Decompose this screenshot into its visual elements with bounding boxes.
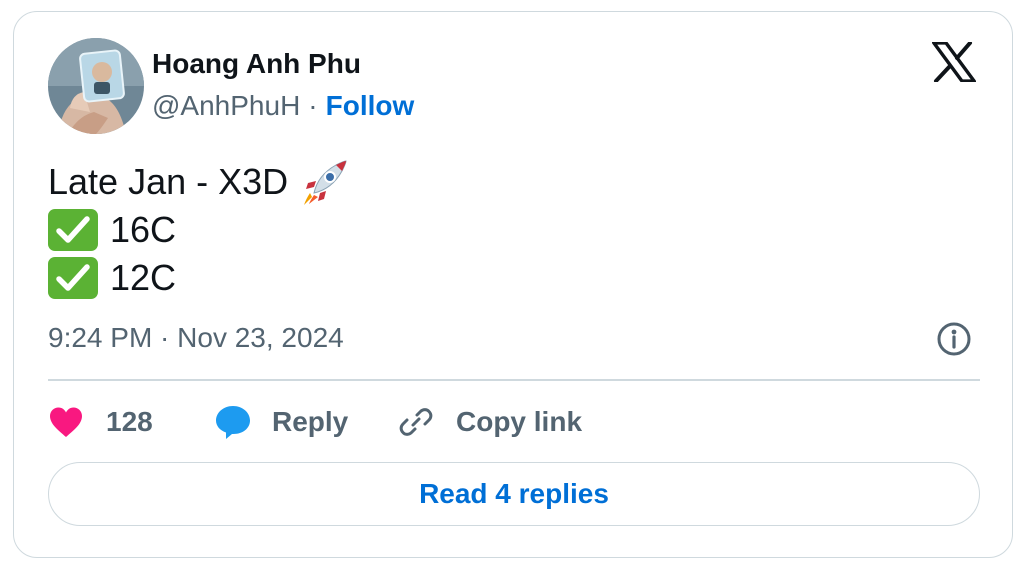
tweet-line-text: 16C <box>110 209 177 250</box>
tweet-timestamp[interactable]: 9:24 PM · Nov 23, 2024 <box>48 322 344 354</box>
meta-separator: · <box>308 90 318 121</box>
tweet-actions: 128 Reply Copy link <box>48 398 582 446</box>
author-avatar[interactable] <box>48 38 144 134</box>
info-icon[interactable] <box>936 321 972 357</box>
like-button[interactable]: 128 <box>48 406 214 438</box>
tweet-line: 12C <box>48 254 350 302</box>
tweet-line: Late Jan - X3D <box>48 158 350 206</box>
avatar-image <box>48 38 144 134</box>
tweet-text: Late Jan - X3D 16C 12C <box>48 158 350 302</box>
rocket-icon <box>304 160 347 205</box>
heart-icon <box>50 407 82 437</box>
tweet-line-text: 12C <box>110 257 177 298</box>
author-name[interactable]: Hoang Anh Phu <box>152 48 361 80</box>
divider <box>48 379 980 381</box>
check-mark-button-icon <box>48 209 98 251</box>
reply-bubble-icon <box>216 406 250 439</box>
read-replies-button[interactable]: Read 4 replies <box>48 462 980 526</box>
author-meta: @AnhPhuH · Follow <box>152 90 414 122</box>
tweet-embed-card: Hoang Anh Phu @AnhPhuH · Follow Late Jan… <box>13 11 1013 558</box>
x-logo-icon[interactable] <box>932 42 976 82</box>
check-mark-button-icon <box>48 257 98 299</box>
like-count: 128 <box>106 406 153 437</box>
link-icon <box>399 408 433 436</box>
copy-link-button[interactable]: Copy link <box>398 404 582 440</box>
tweet-line: 16C <box>48 206 350 254</box>
reply-button[interactable]: Reply <box>214 403 398 441</box>
follow-link[interactable]: Follow <box>326 90 415 122</box>
tweet-line-text: Late Jan - X3D <box>48 161 289 202</box>
author-handle[interactable]: @AnhPhuH <box>152 90 300 122</box>
copy-link-label: Copy link <box>456 406 583 437</box>
reply-label: Reply <box>272 406 349 437</box>
